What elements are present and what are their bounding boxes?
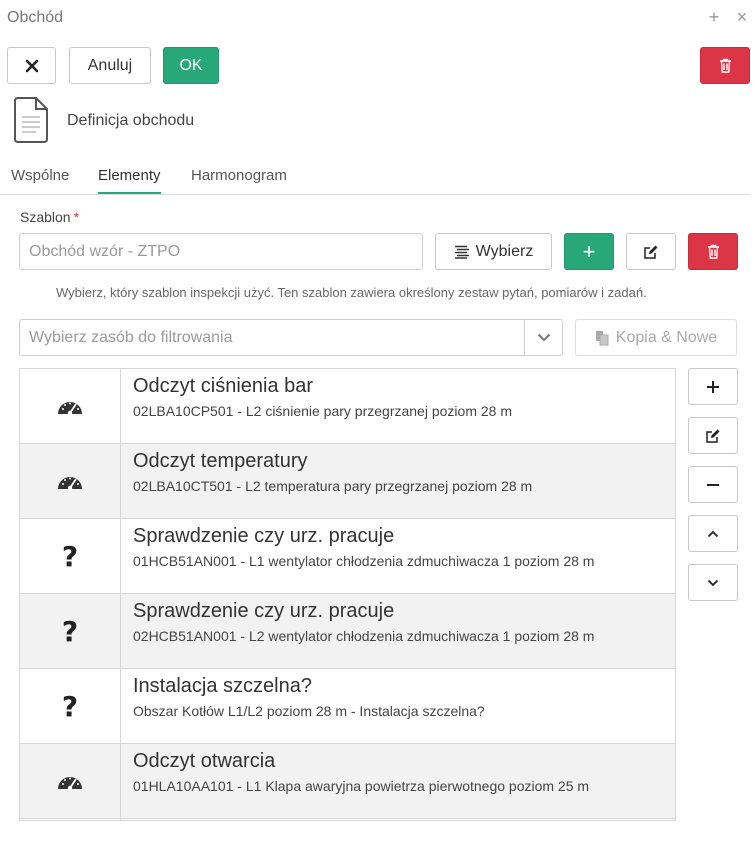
tab-elementy[interactable]: Elementy [98, 167, 161, 194]
filter-placeholder: Wybierz zasób do filtrowania [29, 328, 233, 346]
plus-icon[interactable]: + [704, 6, 724, 28]
item-subtitle: 02LBA10CP501 - L2 ciśnienie pary przegrz… [133, 403, 512, 419]
page-title: Definicja obchodu [67, 112, 195, 129]
template-label: Szablon * [20, 209, 79, 225]
list-icon [454, 245, 469, 259]
copy-new-label: Kopia & Nowe [615, 328, 718, 346]
document-icon [14, 97, 48, 143]
edit-item-button[interactable] [688, 417, 738, 454]
move-down-button[interactable] [688, 564, 738, 601]
plus-icon: + [582, 238, 596, 264]
question-icon: ? [20, 519, 121, 593]
item-title: Sprawdzenie czy urz. pracuje [133, 600, 395, 622]
remove-item-button[interactable] [688, 466, 738, 503]
window-title: Obchód [7, 9, 64, 26]
template-input[interactable]: Obchód wzór - ZTPO [19, 233, 423, 270]
elements-list: Odczyt ciśnienia bar 02LBA10CP501 - L2 c… [19, 368, 676, 821]
add-template-button[interactable]: + [564, 233, 614, 270]
cancel-button[interactable]: Anuluj [69, 47, 151, 84]
move-up-button[interactable] [688, 515, 738, 552]
list-item[interactable]: ? Sprawdzenie czy urz. pracuje 02HCB51AN… [20, 594, 675, 669]
gauge-icon [20, 444, 121, 518]
delete-button[interactable] [700, 47, 750, 84]
trash-icon [719, 58, 731, 73]
choose-template-button[interactable]: Wybierz [435, 233, 552, 270]
add-item-button[interactable] [688, 368, 738, 405]
chevron-down-icon [707, 579, 719, 586]
list-item[interactable]: Odczyt temperatury 02LBA10CT501 - L2 tem… [20, 444, 675, 519]
x-icon [25, 59, 38, 72]
item-title: Odczyt otwarcia [133, 750, 276, 772]
tab-wspolne[interactable]: Wspólne [11, 167, 69, 192]
template-hint: Wybierz, który szablon inspekcji użyć. T… [56, 285, 647, 300]
list-item[interactable]: ? Sprawdzenie czy urz. pracuje 01HCB51AN… [20, 519, 675, 594]
window-titlebar: Obchód + × [0, 0, 755, 36]
chevron-down-icon[interactable] [524, 320, 562, 355]
chevron-up-icon [707, 530, 719, 537]
list-item[interactable]: ? Instalacja szczelna? Obszar Kotłów L1/… [20, 669, 675, 744]
gauge-icon [20, 744, 121, 818]
delete-template-button[interactable] [688, 233, 738, 270]
template-label-text: Szablon [20, 209, 71, 225]
filter-select[interactable]: Wybierz zasób do filtrowania [19, 319, 563, 356]
copy-icon [595, 330, 609, 345]
tab-harmonogram[interactable]: Harmonogram [191, 167, 287, 192]
item-subtitle: 02HCB51AN001 - L2 wentylator chłodzenia … [133, 628, 595, 644]
item-title: Instalacja szczelna? [133, 675, 312, 697]
copy-new-button[interactable]: Kopia & Nowe [575, 319, 737, 356]
ok-button[interactable]: OK [163, 47, 219, 84]
item-subtitle: Obszar Kotłów L1/L2 poziom 28 m - Instal… [133, 703, 485, 719]
required-mark: * [73, 209, 80, 225]
question-icon: ? [20, 594, 121, 668]
item-title: Odczyt temperatury [133, 450, 308, 472]
plus-icon [707, 380, 719, 393]
close-button[interactable] [7, 47, 56, 84]
edit-icon [644, 245, 658, 259]
trash-icon [707, 244, 719, 259]
question-icon: ? [20, 669, 121, 743]
tab-bar: Wspólne Elementy Harmonogram [0, 160, 750, 195]
edit-icon [706, 429, 720, 443]
list-item-icon-cell [20, 819, 121, 820]
minus-icon [707, 483, 719, 486]
edit-template-button[interactable] [626, 233, 676, 270]
list-item[interactable]: Odczyt ciśnienia bar 02LBA10CP501 - L2 c… [20, 369, 675, 444]
choose-template-label: Wybierz [475, 242, 534, 260]
gauge-icon [20, 369, 121, 443]
list-item[interactable]: Odczyt otwarcia 01HLA10AA101 - L1 Klapa … [20, 744, 675, 819]
item-subtitle: 01HLA10AA101 - L1 Klapa awaryjna powietr… [133, 778, 590, 794]
item-subtitle: 01HCB51AN001 - L1 wentylator chłodzenia … [133, 553, 595, 569]
close-icon[interactable]: × [732, 6, 752, 28]
item-title: Odczyt ciśnienia bar [133, 375, 314, 397]
item-title: Sprawdzenie czy urz. pracuje [133, 525, 395, 547]
item-subtitle: 02LBA10CT501 - L2 temperatura pary przeg… [133, 478, 533, 494]
list-item[interactable] [20, 819, 675, 820]
